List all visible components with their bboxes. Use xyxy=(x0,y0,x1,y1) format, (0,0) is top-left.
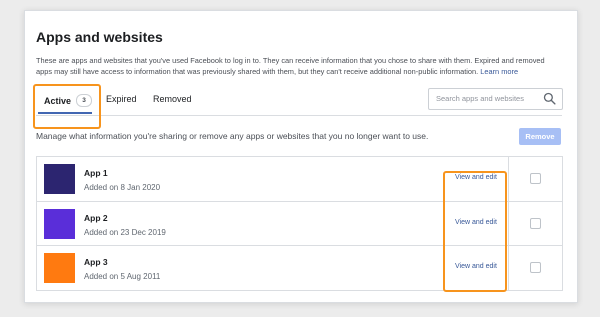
remove-button[interactable]: Remove xyxy=(519,128,561,145)
manage-instructions: Manage what information you're sharing o… xyxy=(36,131,429,141)
app-icon xyxy=(44,209,75,239)
app-icon xyxy=(44,164,75,194)
tabs-divider xyxy=(36,115,562,116)
search-icon[interactable] xyxy=(543,92,556,105)
description: These are apps and websites that you've … xyxy=(36,55,556,77)
app-added-date: Added on 8 Jan 2020 xyxy=(84,183,161,192)
app-name: App 2 xyxy=(84,213,108,223)
app-checkbox[interactable] xyxy=(530,173,541,184)
tab-removed[interactable]: Removed xyxy=(153,94,192,104)
active-tab-highlight xyxy=(33,84,101,129)
app-name: App 3 xyxy=(84,257,108,267)
apps-websites-panel: Apps and websites These are apps and web… xyxy=(24,10,578,303)
description-text: These are apps and websites that you've … xyxy=(36,56,545,76)
app-icon xyxy=(44,253,75,283)
search-input[interactable]: Search apps and websites xyxy=(428,88,563,110)
app-checkbox[interactable] xyxy=(530,218,541,229)
app-name: App 1 xyxy=(84,168,108,178)
learn-more-link[interactable]: Learn more xyxy=(480,67,518,76)
app-added-date: Added on 5 Aug 2011 xyxy=(84,272,161,281)
tab-expired[interactable]: Expired xyxy=(106,94,137,104)
page-title: Apps and websites xyxy=(36,29,163,45)
checkbox-column-divider xyxy=(508,157,509,290)
app-added-date: Added on 23 Dec 2019 xyxy=(84,228,166,237)
search-placeholder: Search apps and websites xyxy=(436,94,524,103)
app-checkbox[interactable] xyxy=(530,262,541,273)
view-edit-highlight xyxy=(443,171,507,292)
